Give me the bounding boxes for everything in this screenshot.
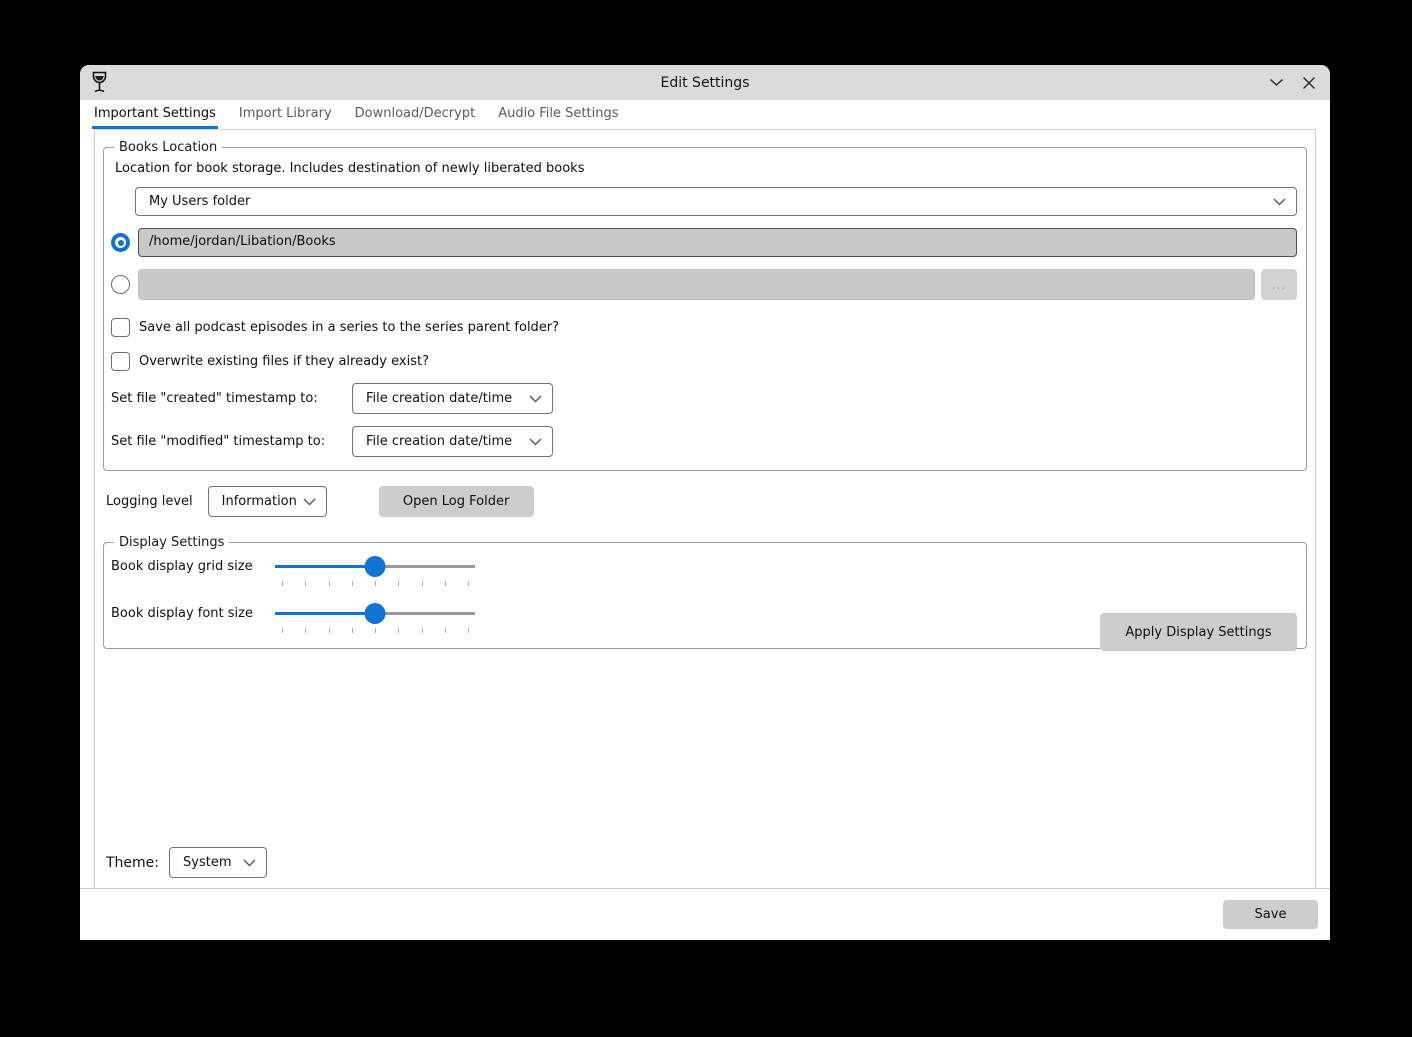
apply-display-settings-button[interactable]: Apply Display Settings bbox=[1100, 613, 1297, 651]
display-settings-legend: Display Settings bbox=[114, 535, 229, 550]
font-size-slider-thumb[interactable] bbox=[365, 603, 386, 624]
slider-ticks bbox=[282, 581, 469, 586]
custom-path-radio[interactable] bbox=[111, 275, 130, 294]
podcast-series-checkbox[interactable] bbox=[111, 318, 130, 337]
books-path-field[interactable]: /home/jordan/Libation/Books bbox=[138, 228, 1297, 257]
chevron-down-icon bbox=[303, 498, 316, 506]
modified-timestamp-label: Set file "modified" timestamp to: bbox=[111, 434, 352, 449]
books-location-template-value: My Users folder bbox=[149, 194, 1267, 209]
chevron-down-icon bbox=[529, 395, 542, 403]
save-button[interactable]: Save bbox=[1223, 900, 1318, 929]
chevron-down-icon bbox=[243, 859, 256, 867]
books-location-description: Location for book storage. Includes dest… bbox=[115, 161, 1297, 176]
books-location-template-select[interactable]: My Users folder bbox=[135, 187, 1297, 216]
theme-select[interactable]: System bbox=[169, 847, 267, 878]
custom-path-row: ... bbox=[111, 269, 1297, 300]
custom-path-field[interactable] bbox=[138, 269, 1255, 300]
logging-level-label: Logging level bbox=[106, 494, 193, 509]
default-path-row: /home/jordan/Libation/Books bbox=[111, 228, 1297, 257]
chevron-down-icon bbox=[529, 438, 542, 446]
grid-size-slider[interactable] bbox=[275, 555, 475, 588]
close-icon[interactable] bbox=[1301, 75, 1317, 91]
window-title: Edit Settings bbox=[80, 75, 1330, 91]
font-size-slider[interactable] bbox=[275, 602, 475, 635]
podcast-checkbox-row: Save all podcast episodes in a series to… bbox=[111, 318, 1297, 337]
slider-track-filled bbox=[275, 565, 375, 568]
window-controls bbox=[1268, 65, 1317, 100]
tab-important-settings[interactable]: Important Settings bbox=[92, 100, 218, 129]
title-bar[interactable]: Edit Settings bbox=[80, 65, 1330, 100]
logging-level-value: Information bbox=[222, 494, 297, 509]
dialog-footer: Save bbox=[80, 888, 1330, 940]
default-path-radio[interactable] bbox=[111, 233, 130, 252]
tab-strip: Important Settings Import Library Downlo… bbox=[80, 100, 1330, 129]
important-settings-panel: Books Location Location for book storage… bbox=[94, 129, 1316, 888]
grid-size-label: Book display grid size bbox=[111, 555, 275, 574]
books-location-legend: Books Location bbox=[114, 140, 222, 155]
created-timestamp-row: Set file "created" timestamp to: File cr… bbox=[111, 383, 1297, 414]
overwrite-checkbox-row: Overwrite existing files if they already… bbox=[111, 352, 1297, 371]
theme-label: Theme: bbox=[106, 855, 159, 871]
created-timestamp-value: File creation date/time bbox=[366, 391, 523, 406]
overwrite-files-checkbox[interactable] bbox=[111, 352, 130, 371]
tab-download-decrypt[interactable]: Download/Decrypt bbox=[353, 100, 478, 129]
display-settings-group: Display Settings Book display grid size … bbox=[103, 535, 1307, 649]
slider-ticks bbox=[282, 628, 469, 633]
open-log-folder-button[interactable]: Open Log Folder bbox=[379, 486, 534, 517]
modified-timestamp-row: Set file "modified" timestamp to: File c… bbox=[111, 426, 1297, 457]
modified-timestamp-select[interactable]: File creation date/time bbox=[352, 426, 553, 457]
tab-import-library[interactable]: Import Library bbox=[237, 100, 334, 129]
minimize-chevron-down-icon[interactable] bbox=[1268, 75, 1284, 91]
created-timestamp-label: Set file "created" timestamp to: bbox=[111, 391, 352, 406]
slider-track-empty bbox=[375, 565, 475, 568]
font-size-label: Book display font size bbox=[111, 602, 275, 621]
created-timestamp-select[interactable]: File creation date/time bbox=[352, 383, 553, 414]
logging-level-select[interactable]: Information bbox=[208, 486, 327, 517]
podcast-checkbox-label: Save all podcast episodes in a series to… bbox=[139, 320, 559, 335]
grid-size-slider-thumb[interactable] bbox=[365, 556, 386, 577]
edit-settings-window: Edit Settings Important Settings Import … bbox=[80, 65, 1330, 940]
wine-glass-icon bbox=[91, 71, 108, 94]
theme-row: Theme: System bbox=[106, 847, 267, 878]
tab-audio-file-settings[interactable]: Audio File Settings bbox=[496, 100, 620, 129]
slider-track-empty bbox=[375, 612, 475, 615]
overwrite-checkbox-label: Overwrite existing files if they already… bbox=[139, 354, 429, 369]
chevron-down-icon bbox=[1273, 198, 1286, 206]
modified-timestamp-value: File creation date/time bbox=[366, 434, 523, 449]
books-location-group: Books Location Location for book storage… bbox=[103, 140, 1307, 471]
grid-size-row: Book display grid size bbox=[111, 555, 1297, 588]
logging-row: Logging level Information Open Log Folde… bbox=[106, 486, 1307, 517]
slider-track-filled bbox=[275, 612, 375, 615]
theme-value: System bbox=[183, 855, 237, 870]
browse-button[interactable]: ... bbox=[1261, 269, 1297, 300]
